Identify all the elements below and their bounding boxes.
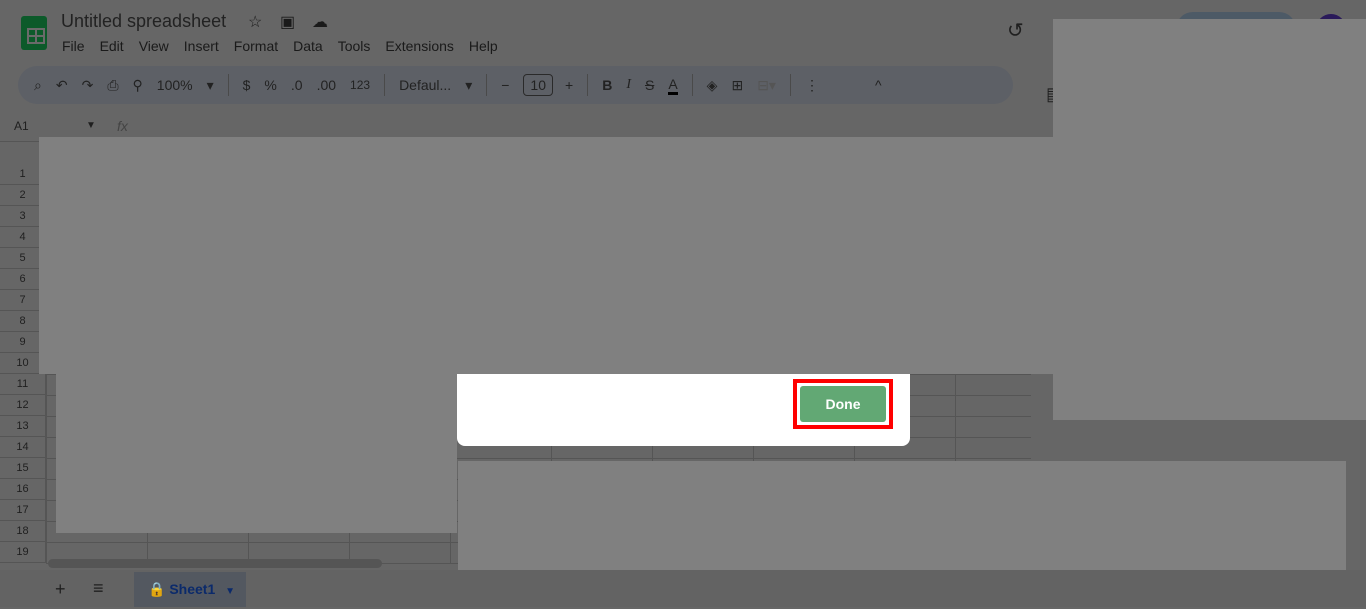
name-box[interactable]: A1: [14, 119, 29, 133]
menu-data[interactable]: Data: [293, 38, 323, 54]
redo-icon[interactable]: ↷: [82, 77, 94, 94]
currency-button[interactable]: $: [243, 77, 251, 93]
text-color-button[interactable]: A: [668, 76, 678, 95]
row-header[interactable]: 16: [0, 479, 46, 500]
borders-icon[interactable]: ⊞: [731, 77, 743, 94]
menu-bar: File Edit View Insert Format Data Tools …: [62, 38, 513, 54]
font-size-input[interactable]: 10: [523, 74, 553, 96]
done-highlight: Done: [793, 379, 893, 429]
chevron-down-icon[interactable]: ▼: [225, 586, 235, 597]
overlay-panel: [39, 137, 1053, 374]
overlay-panel: [56, 374, 457, 533]
row-header[interactable]: 18: [0, 521, 46, 542]
bold-button[interactable]: B: [602, 77, 612, 93]
divider: [789, 74, 791, 96]
decrease-decimal-button[interactable]: .0: [291, 77, 303, 93]
search-icon[interactable]: ⌕: [34, 77, 42, 94]
menu-insert[interactable]: Insert: [184, 38, 219, 54]
percent-button[interactable]: %: [264, 77, 276, 93]
chevron-down-icon[interactable]: ▼: [86, 120, 96, 131]
number-format-button[interactable]: 123: [350, 78, 370, 92]
horizontal-scrollbar[interactable]: [48, 559, 382, 568]
menu-help[interactable]: Help: [469, 38, 498, 54]
strikethrough-button[interactable]: S: [645, 77, 654, 93]
undo-icon[interactable]: ↶: [56, 77, 68, 94]
done-button[interactable]: Done: [800, 386, 886, 422]
menu-file[interactable]: File: [62, 38, 85, 54]
lock-icon: 🔒: [148, 581, 166, 597]
move-folder-icon[interactable]: ▣: [280, 12, 295, 32]
font-size-increase[interactable]: +: [565, 77, 573, 93]
doc-title[interactable]: Untitled spreadsheet: [61, 11, 226, 32]
cloud-saved-icon[interactable]: ☁: [312, 12, 328, 32]
chevron-down-icon[interactable]: ▾: [465, 77, 472, 94]
paint-format-icon[interactable]: ⚲: [133, 77, 143, 94]
more-button[interactable]: ⋮: [805, 77, 819, 94]
menu-tools[interactable]: Tools: [338, 38, 371, 54]
menu-extensions[interactable]: Extensions: [385, 38, 453, 54]
row-header[interactable]: 14: [0, 437, 46, 458]
row-header[interactable]: 13: [0, 416, 46, 437]
row-header[interactable]: 19: [0, 542, 46, 563]
menu-view[interactable]: View: [139, 38, 169, 54]
sheets-logo[interactable]: [21, 16, 47, 50]
menu-format[interactable]: Format: [234, 38, 278, 54]
divider: [587, 74, 589, 96]
row-header[interactable]: 12: [0, 395, 46, 416]
overlay-panel: [1053, 19, 1366, 420]
all-sheets-button[interactable]: ≡: [93, 578, 104, 599]
font-size-decrease[interactable]: −: [501, 77, 509, 93]
print-icon[interactable]: ⎙: [107, 77, 118, 94]
add-sheet-button[interactable]: +: [55, 579, 66, 600]
divider: [227, 74, 229, 96]
font-select[interactable]: Defaul...: [399, 77, 451, 93]
chevron-down-icon[interactable]: ▾: [207, 77, 214, 94]
fill-color-icon[interactable]: ◈: [707, 77, 718, 94]
collapse-toolbar-button[interactable]: ^: [875, 77, 882, 93]
sheet-tab-label: Sheet1: [169, 581, 216, 597]
fx-icon: fx: [117, 118, 128, 134]
row-header[interactable]: 11: [0, 374, 46, 395]
toolbar: ⌕ ↶ ↷ ⎙ ⚲ 100% ▾ $ % .0 .00 123 Defaul..…: [18, 66, 1013, 104]
row-header[interactable]: 15: [0, 458, 46, 479]
increase-decimal-button[interactable]: .00: [317, 77, 336, 93]
menu-edit[interactable]: Edit: [100, 38, 124, 54]
zoom-select[interactable]: 100%: [157, 77, 193, 93]
divider: [691, 74, 693, 96]
row-header[interactable]: 17: [0, 500, 46, 521]
divider: [384, 74, 386, 96]
history-icon[interactable]: ↺: [1007, 18, 1024, 43]
merge-cells-icon[interactable]: ⊟▾: [757, 77, 776, 94]
sheet-tab[interactable]: 🔒 Sheet1 ▼: [134, 572, 246, 607]
overlay-panel: [458, 461, 1346, 588]
italic-button[interactable]: I: [626, 77, 631, 93]
divider: [486, 74, 488, 96]
star-icon[interactable]: ☆: [248, 12, 262, 32]
